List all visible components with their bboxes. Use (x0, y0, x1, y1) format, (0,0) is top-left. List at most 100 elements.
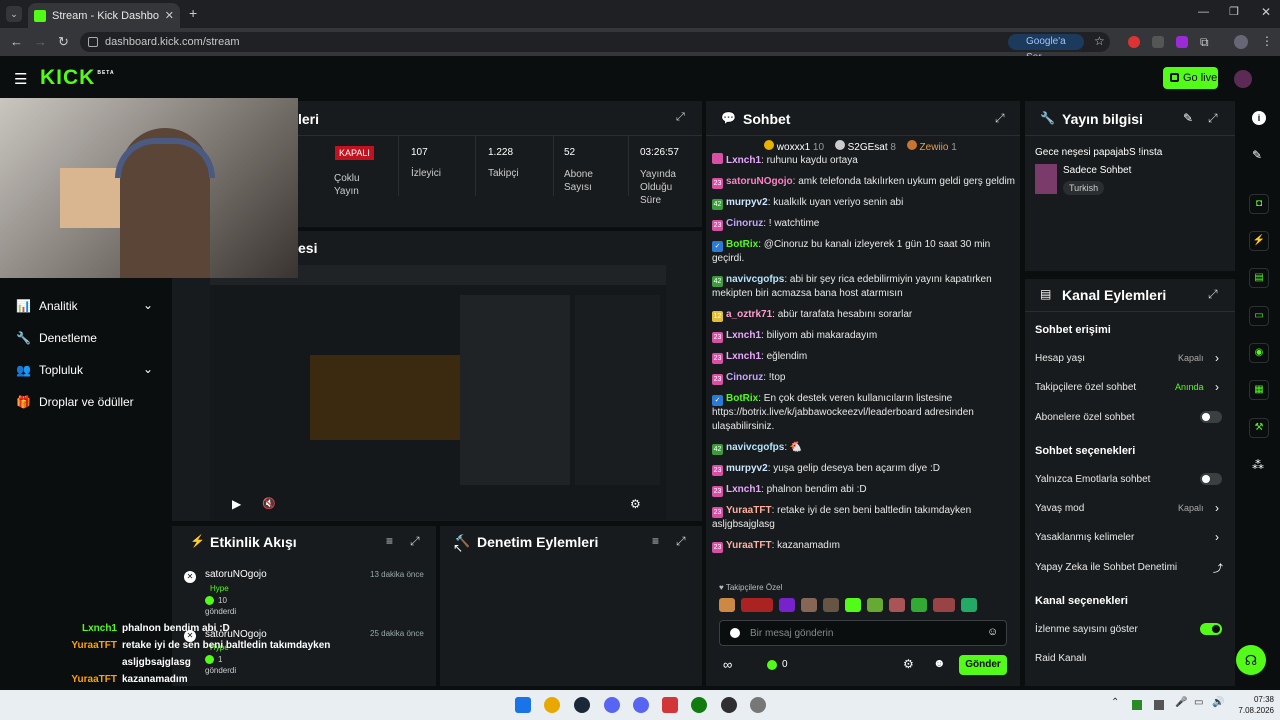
emote[interactable] (889, 598, 905, 612)
network-icon[interactable]: ▭ (1194, 697, 1203, 708)
chat-message[interactable]: 23 YuraaTFT: kazanamadım (712, 539, 1017, 553)
chat-username[interactable]: murpyv2 (726, 197, 768, 208)
mic-icon[interactable]: 🎤 (1175, 697, 1187, 708)
chat-message[interactable]: 23 YuraaTFT: retake iyi de sen beni baltl… (712, 504, 1017, 532)
riot-icon[interactable] (662, 697, 678, 713)
chat-username[interactable]: Lxnch1 (726, 351, 761, 362)
chat-message[interactable]: 23 Lxnch1: phalnon bendim abi :D (712, 483, 1017, 497)
emote[interactable] (911, 598, 927, 612)
emote[interactable] (801, 598, 817, 612)
subs-chat-toggle[interactable] (1200, 411, 1222, 423)
tray-icon[interactable] (1154, 700, 1164, 710)
account-age-value[interactable]: Kapalı (1178, 353, 1204, 363)
emote[interactable] (961, 598, 977, 612)
emoji-icon[interactable]: ☺ (987, 626, 998, 638)
chevron-right-icon[interactable]: › (1215, 380, 1219, 394)
chat-input[interactable]: Bir mesaj gönderin ☺ (719, 620, 1007, 646)
go-live-button[interactable]: Go live (1163, 67, 1218, 89)
chrome-icon[interactable] (544, 697, 560, 713)
followers-chat-value[interactable]: Anında (1175, 382, 1204, 392)
kick-logo[interactable]: KICK BETA (40, 66, 115, 90)
chat-message[interactable]: 23 Cinoruz: !top (712, 371, 1017, 385)
send-button[interactable]: Gönder (959, 655, 1007, 675)
chat-message[interactable]: 12 a_oztrk71: abür tarafata hesabını sora… (712, 308, 1017, 322)
chat-username[interactable]: Cinoruz (726, 372, 763, 383)
chat-username[interactable]: Lxnch1 (726, 155, 761, 166)
chat-message-list[interactable]: Lxnch1: ruhunu kaydu ortaya 23 satoruNOgoj… (712, 153, 1017, 577)
tab-menu-button[interactable]: ⌄ (6, 6, 22, 22)
chat-message[interactable]: 42 navivcgofps: 🐔 (712, 441, 1017, 455)
url-input[interactable]: dashboard.kick.com/stream (80, 32, 1110, 52)
settings-icon[interactable]: ⚙ (630, 497, 641, 511)
chat-icon[interactable]: ▭ (1249, 306, 1269, 326)
chat-message[interactable]: 23 murpyv2: yuşa gelip deseya ben açarım … (712, 462, 1017, 476)
infinity-icon[interactable]: ∞ (723, 657, 732, 672)
reload-icon[interactable]: ↻ (58, 34, 69, 50)
chat-username[interactable]: navivcgofps (726, 274, 784, 285)
slow-mode-value[interactable]: Kapalı (1178, 503, 1204, 513)
chat-username[interactable]: BotRix (726, 239, 758, 250)
edit-icon[interactable]: ✎ (1183, 111, 1193, 125)
puzzle-icon[interactable]: ⧉ (1200, 35, 1209, 50)
chat-username[interactable]: satoruNOgojo (726, 176, 793, 187)
sidebar-item-topluluk[interactable]: 👥 Topluluk (16, 363, 83, 377)
sidebar-item-droplar[interactable]: 🎁 Droplar ve ödüller (16, 395, 134, 409)
chat-message[interactable]: Lxnch1: ruhunu kaydu ortaya (712, 153, 1017, 168)
tray-chevron-icon[interactable]: ⌃ (1111, 697, 1119, 708)
external-link-icon[interactable]: ⤴ (1213, 560, 1223, 575)
site-info-icon[interactable] (88, 37, 98, 47)
discord-icon[interactable] (633, 697, 649, 713)
emote-picker-icon[interactable]: ☻ (933, 656, 946, 670)
chevron-down-icon[interactable]: ⌄ (143, 298, 153, 312)
chat-message[interactable]: ✓ BotRix: En çok destek veren kullanıcıla… (712, 392, 1017, 434)
expand-icon[interactable]: ⤢ (1208, 287, 1218, 302)
sidebar-item-denetleme[interactable]: 🔧 Denetleme (16, 331, 97, 345)
emote[interactable] (823, 598, 839, 612)
chat-message[interactable]: 42 navivcgofps: abi bir şey rica edebilir… (712, 273, 1017, 301)
bookmark-star-icon[interactable]: ☆ (1094, 34, 1105, 48)
new-tab-button[interactable]: + (189, 5, 197, 21)
chat-username[interactable]: YuraaTFT (726, 540, 772, 551)
chat-message[interactable]: 23 Lxnch1: biliyom abi makaradayım (712, 329, 1017, 343)
chat-message[interactable]: 42 murpyv2: kualkılk uyan veriyo senin ab… (712, 196, 1017, 210)
show-views-toggle[interactable] (1200, 623, 1222, 635)
chat-username[interactable]: BotRix (726, 393, 758, 404)
extension-icon[interactable] (1152, 36, 1164, 48)
document-icon[interactable]: ▤ (1249, 268, 1269, 288)
emotes-only-toggle[interactable] (1200, 473, 1222, 485)
info-icon[interactable]: i (1252, 111, 1266, 125)
google-sor-button[interactable]: Google'a Sor (1008, 34, 1084, 63)
sidebar-item-analitik[interactable]: 📊 Analitik (16, 299, 78, 313)
chevron-right-icon[interactable]: › (1215, 530, 1219, 544)
mute-icon[interactable]: 🔇 (262, 497, 276, 510)
browser-menu-icon[interactable]: ⋮ (1261, 34, 1273, 48)
chat-message[interactable]: 23 Cinoruz: ! watchtime (712, 217, 1017, 231)
chat-username[interactable]: navivcgofps (726, 442, 784, 453)
camera-icon[interactable]: ◘ (1249, 194, 1269, 214)
emote[interactable] (933, 598, 955, 612)
maximize-button[interactable]: ❐ (1229, 5, 1239, 18)
chat-settings-icon[interactable]: ⚙ (903, 657, 914, 671)
lightning-icon[interactable]: ⚡ (1249, 231, 1269, 251)
emote[interactable] (845, 598, 861, 612)
people-icon[interactable]: ⁂ (1252, 458, 1264, 472)
chevron-right-icon[interactable]: › (1215, 501, 1219, 515)
emote[interactable] (779, 598, 795, 612)
chat-username[interactable]: Lxnch1 (726, 484, 761, 495)
extension-icon[interactable] (1128, 36, 1140, 48)
hamburger-icon[interactable]: ☰ (14, 70, 27, 88)
chat-message[interactable]: 23 satoruNOgojo: amk telefonda takılırken… (712, 175, 1017, 189)
tray-icon[interactable] (1132, 700, 1142, 710)
profile-avatar[interactable] (1234, 35, 1248, 49)
broadcast-icon[interactable]: ◉ (1249, 343, 1269, 363)
settings-icon[interactable] (750, 697, 766, 713)
emote[interactable] (741, 598, 773, 612)
stream-preview-video[interactable]: ▶ 🔇 ⚙ (210, 265, 666, 520)
emote-bar[interactable] (719, 598, 1009, 614)
volume-icon[interactable]: 🔊 (1212, 697, 1224, 708)
chat-message[interactable]: 23 Lxnch1: eğlendim (712, 350, 1017, 364)
browser-tab[interactable]: Stream - Kick Dashboard ✕ (28, 3, 180, 28)
chat-username[interactable]: a_oztrk71 (726, 309, 772, 320)
extension-icon[interactable] (1176, 36, 1188, 48)
steam-icon[interactable] (574, 697, 590, 713)
